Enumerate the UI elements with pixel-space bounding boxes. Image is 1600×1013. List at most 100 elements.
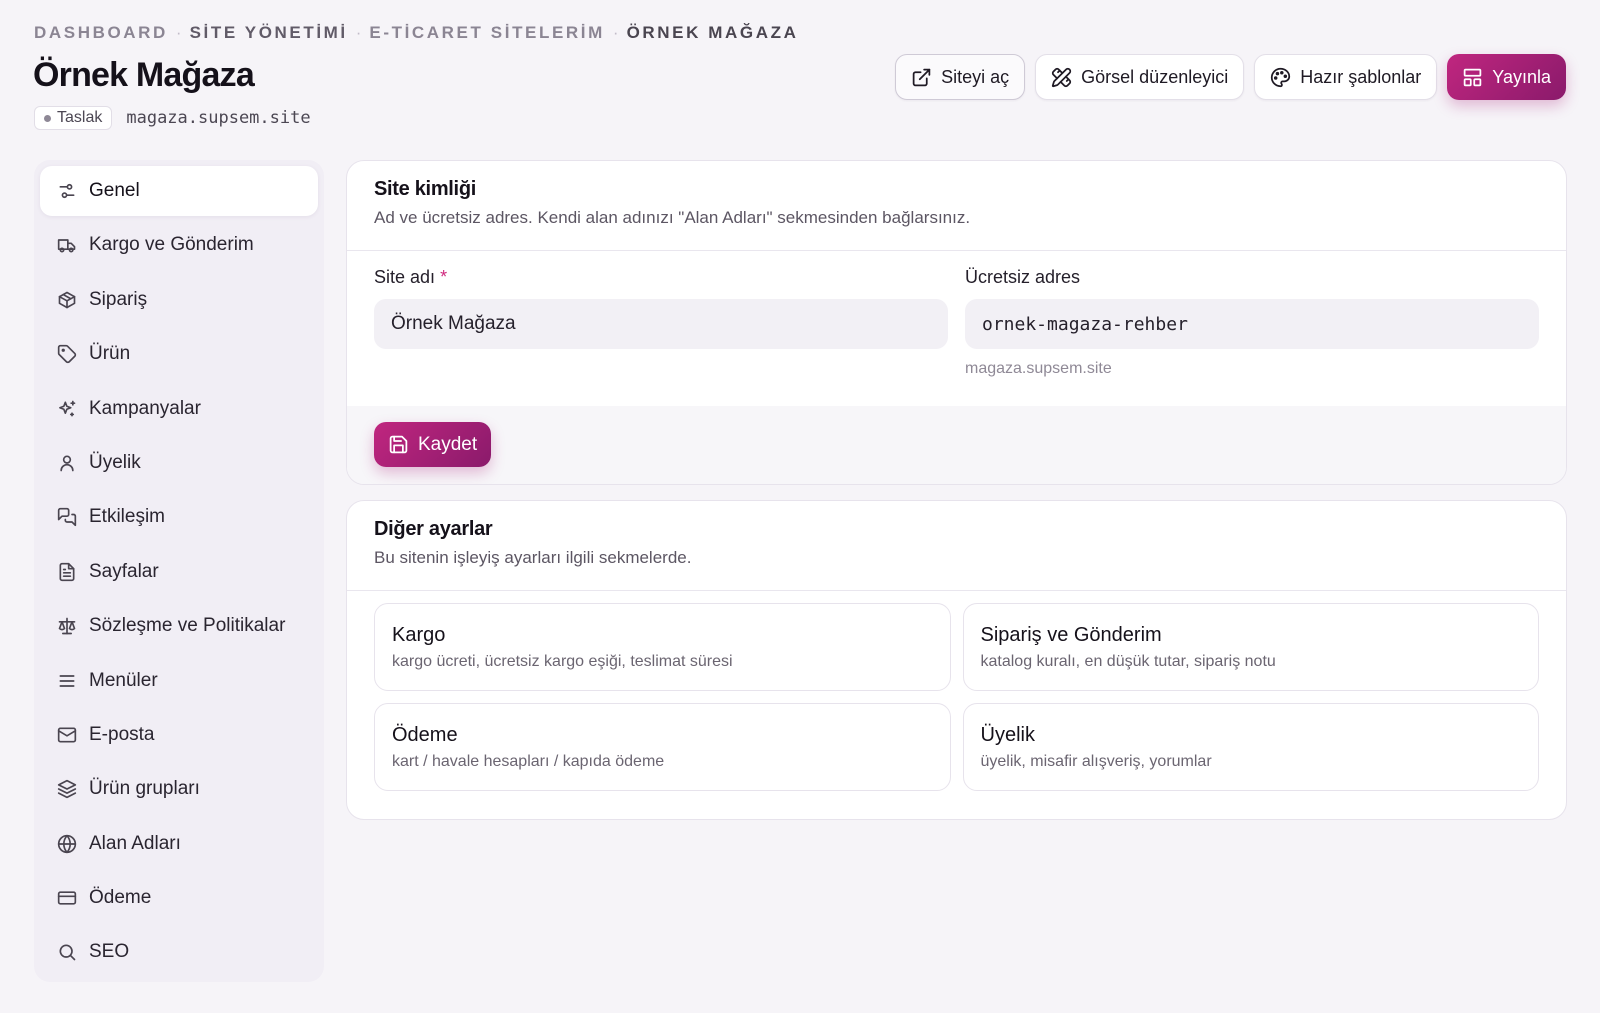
- sidebar-item-sozlesme[interactable]: Sözleşme ve Politikalar: [40, 601, 318, 651]
- menu-icon: [59, 674, 75, 687]
- visual-editor-button[interactable]: Görsel düzenleyici: [1035, 54, 1245, 100]
- palette-icon: [1271, 67, 1291, 87]
- tile-title: Kargo: [392, 624, 446, 646]
- other-settings-card: Diğer ayarlar Bu sitenin işleyiş ayarlar…: [346, 500, 1567, 820]
- tile-title: Ödeme: [392, 724, 458, 746]
- file-text-icon: [59, 562, 75, 581]
- sidebar-item-urun[interactable]: Ürün: [40, 329, 318, 379]
- free-address-label: Ücretsiz adres: [965, 267, 1081, 287]
- sidebar-item-label: Sayfalar: [89, 560, 159, 582]
- package-icon: [58, 291, 76, 309]
- site-identity-card: Site kimliği Ad ve ücretsiz adres. Kendi…: [346, 160, 1567, 485]
- breadcrumb-item-site-management[interactable]: SİTE YÖNETİMİ: [190, 23, 348, 43]
- sidebar-item-seo[interactable]: SEO: [40, 927, 318, 977]
- save-icon: [389, 435, 408, 454]
- tile-uyelik[interactable]: Üyelik üyelik, misafir alışveriş, yoruml…: [962, 703, 1539, 791]
- status-badge: Taslak: [34, 106, 113, 130]
- sidebar-item-uyelik[interactable]: Üyelik: [40, 438, 318, 488]
- sidebar-item-siparis[interactable]: Sipariş: [40, 275, 318, 325]
- layers-icon: [57, 780, 77, 799]
- external-link-icon: [912, 68, 931, 86]
- sidebar-item-label: Üyelik: [89, 451, 141, 473]
- settings-sidebar: Genel Kargo ve Gönderim Sipariş Ürün Kam…: [34, 160, 324, 982]
- open-site-button[interactable]: Siteyi aç: [895, 54, 1026, 100]
- sidebar-item-label: E-posta: [89, 723, 155, 745]
- free-address-input[interactable]: ornek-magaza-rehber: [965, 299, 1539, 349]
- site-name-label-text: Site adı: [374, 267, 436, 287]
- sidebar-item-label: SEO: [89, 941, 130, 963]
- sidebar-item-sayfalar[interactable]: Sayfalar: [40, 547, 318, 597]
- sidebar-item-label: Kargo ve Gönderim: [89, 234, 254, 256]
- templates-button[interactable]: Hazır şablonlar: [1254, 54, 1438, 100]
- pencil-ruler-icon: [1052, 67, 1072, 87]
- site-url: magaza.supsem.site: [126, 108, 311, 128]
- page-title: Örnek Mağaza: [33, 56, 255, 94]
- sidebar-item-label: Ürün: [89, 343, 131, 365]
- sidebar-item-label: Genel: [89, 180, 140, 201]
- site-name-input[interactable]: Örnek Mağaza: [374, 299, 948, 349]
- sidebar-item-kampanyalar[interactable]: Kampanyalar: [40, 384, 318, 434]
- publish-button[interactable]: Yayınla: [1447, 54, 1566, 100]
- breadcrumb-item-dashboard[interactable]: DASHBOARD: [34, 23, 168, 43]
- tile-odeme[interactable]: Ödeme kart / havale hesapları / kapıda ö…: [374, 703, 951, 791]
- search-icon: [59, 944, 76, 961]
- tile-kargo[interactable]: Kargo kargo ücreti, ücretsiz kargo eşiği…: [374, 603, 951, 691]
- site-name-field-group: Site adı * Örnek Mağaza: [374, 267, 948, 378]
- breadcrumb-item-ecommerce-sites[interactable]: E-TİCARET SİTELERİM: [369, 23, 604, 43]
- settings-tile-grid: Kargo kargo ücreti, ücretsiz kargo eşiği…: [347, 591, 1566, 803]
- sidebar-item-label: Ürün grupları: [89, 778, 200, 800]
- card-description: Ad ve ücretsiz adres. Kendi alan adınızı…: [374, 208, 971, 227]
- sidebar-item-label: Ödeme: [89, 887, 152, 909]
- sidebar-item-urun-gruplari[interactable]: Ürün grupları: [40, 764, 318, 814]
- user-icon: [60, 455, 74, 472]
- status-label: Taslak: [57, 109, 103, 126]
- identity-form: Site adı * Örnek Mağaza Ücretsiz adres o…: [347, 267, 1566, 378]
- scale-icon: [58, 617, 76, 635]
- required-mark: *: [440, 267, 448, 287]
- breadcrumb-separator: ·: [175, 23, 182, 42]
- sidebar-item-alan-adlari[interactable]: Alan Adları: [40, 819, 318, 869]
- sidebar-item-odeme[interactable]: Ödeme: [40, 873, 318, 923]
- free-address-value: ornek-magaza-rehber: [982, 313, 1188, 335]
- tile-description: kart / havale hesapları / kapıda ödeme: [392, 753, 665, 770]
- tile-title: Sipariş ve Gönderim: [980, 624, 1162, 646]
- tag-icon: [57, 345, 77, 364]
- card-header: Site kimliği Ad ve ücretsiz adres. Kendi…: [347, 161, 1566, 251]
- sidebar-item-genel[interactable]: Genel: [40, 166, 318, 216]
- site-meta: Taslak magaza.supsem.site: [34, 106, 311, 130]
- sidebar-item-etkilesim[interactable]: Etkileşim: [40, 492, 318, 542]
- tile-title: Üyelik: [980, 724, 1035, 746]
- sidebar-item-label: Kampanyalar: [89, 397, 201, 419]
- save-button[interactable]: Kaydet: [374, 422, 492, 467]
- sidebar-item-eposta[interactable]: E-posta: [40, 710, 318, 760]
- free-address-field-group: Ücretsiz adres ornek-magaza-rehber magaz…: [965, 267, 1539, 378]
- visual-editor-label: Görsel düzenleyici: [1081, 66, 1229, 87]
- site-name-label: Site adı *: [374, 267, 948, 291]
- sidebar-item-label: Sözleşme ve Politikalar: [89, 615, 286, 637]
- free-address-hint: magaza.supsem.site: [965, 360, 1112, 377]
- sidebar-item-label: Sipariş: [89, 288, 148, 310]
- breadcrumb-separator: ·: [355, 23, 362, 42]
- breadcrumb-item-current: ÖRNEK MAĞAZA: [626, 23, 799, 42]
- sidebar-item-kargo[interactable]: Kargo ve Gönderim: [40, 220, 318, 270]
- tile-siparis-gonderim[interactable]: Sipariş ve Gönderim katalog kuralı, en d…: [962, 603, 1539, 691]
- breadcrumb-separator: ·: [612, 23, 619, 42]
- breadcrumb: DASHBOARD · SİTE YÖNETİMİ · E-TİCARET Sİ…: [34, 23, 798, 43]
- templates-label: Hazır şablonlar: [1300, 66, 1422, 87]
- open-site-label: Siteyi aç: [941, 66, 1010, 87]
- credit-card-icon: [57, 891, 77, 905]
- header-actions: Siteyi aç Görsel düzenleyici Hazır şablo…: [895, 54, 1566, 100]
- card-footer: Kaydet: [347, 406, 1566, 484]
- publish-label: Yayınla: [1492, 66, 1551, 87]
- tile-description: katalog kuralı, en düşük tutar, sipariş …: [980, 653, 1276, 670]
- mail-icon: [57, 727, 77, 743]
- sidebar-item-label: Alan Adları: [89, 832, 181, 854]
- card-title: Diğer ayarlar: [374, 518, 493, 540]
- site-name-value: Örnek Mağaza: [391, 313, 516, 334]
- tile-description: üyelik, misafir alışveriş, yorumlar: [980, 753, 1212, 770]
- truck-icon: [57, 239, 76, 253]
- sidebar-item-menuler[interactable]: Menüler: [40, 656, 318, 706]
- sparkles-icon: [59, 400, 76, 417]
- sidebar-item-label: Etkileşim: [89, 506, 166, 528]
- tile-description: kargo ücreti, ücretsiz kargo eşiği, tesl…: [392, 653, 733, 670]
